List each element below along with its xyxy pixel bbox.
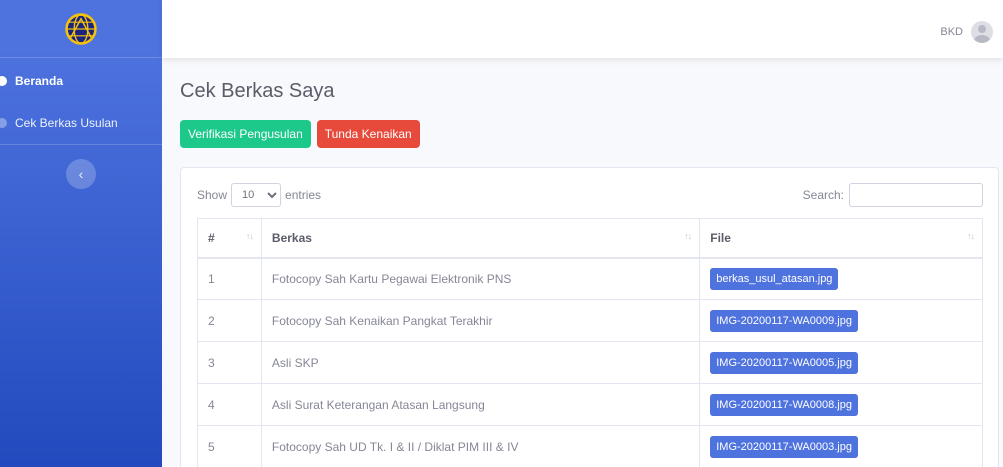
entries-select[interactable]: 10	[231, 183, 282, 207]
entries-length-control: Show 10 entries	[197, 183, 321, 207]
hold-button[interactable]: Tunda Kenaikan	[316, 120, 420, 148]
show-label: Show	[197, 188, 228, 202]
table-row: 4 Asli Surat Keterangan Atasan Langsung …	[197, 383, 983, 426]
table-row: 2 Fotocopy Sah Kenaikan Pangkat Terakhir…	[197, 299, 983, 342]
file-link-button[interactable]: IMG-20200117-WA0008.jpg	[710, 393, 858, 416]
globe-logo-icon	[65, 12, 97, 45]
row-number: 5	[197, 425, 262, 467]
search-label: Search:	[802, 188, 844, 202]
file-link-button[interactable]: berkas_usul_atasan.jpg	[710, 267, 839, 290]
dashboard-icon	[0, 76, 7, 86]
file-link-button[interactable]: IMG-20200117-WA0003.jpg	[710, 435, 858, 458]
chevron-left-icon: ‹	[78, 166, 84, 182]
row-berkas: Fotocopy Sah UD Tk. I & II / Diklat PIM …	[260, 425, 701, 467]
sort-icon: ↑↓	[684, 231, 692, 241]
sidebar: Beranda Cek Berkas Usulan ‹	[0, 0, 162, 467]
sidebar-item-beranda[interactable]: Beranda	[0, 60, 162, 102]
column-header-number[interactable]: # ↑↓	[197, 218, 262, 259]
brand-logo[interactable]	[0, 0, 162, 58]
file-link-button[interactable]: IMG-20200117-WA0005.jpg	[710, 351, 858, 374]
header-label: File	[710, 230, 731, 245]
verify-button[interactable]: Verifikasi Pengusulan	[180, 120, 311, 148]
row-berkas: Asli Surat Keterangan Atasan Langsung	[260, 383, 701, 426]
row-number: 3	[197, 341, 262, 384]
sort-icon: ↑↓	[967, 231, 975, 241]
table-row: 3 Asli SKP IMG-20200117-WA0005.jpg	[197, 341, 983, 384]
topbar: BKD	[162, 0, 1003, 58]
search-control: Search:	[803, 183, 983, 207]
avatar	[971, 21, 993, 43]
sidebar-item-label: Cek Berkas Usulan	[15, 116, 118, 130]
table-row: 5 Fotocopy Sah UD Tk. I & II / Diklat PI…	[197, 425, 983, 467]
table-header-row: # ↑↓ Berkas ↑↓ File ↑↓	[197, 218, 983, 259]
folder-icon	[0, 118, 7, 128]
header-label: Berkas	[271, 230, 312, 245]
table-row: 1 Fotocopy Sah Kartu Pegawai Elektronik …	[197, 257, 983, 300]
column-header-file[interactable]: File ↑↓	[699, 218, 983, 259]
header-label: #	[208, 230, 215, 245]
row-berkas: Fotocopy Sah Kenaikan Pangkat Terakhir	[260, 299, 701, 342]
sidebar-item-cek-berkas-usulan[interactable]: Cek Berkas Usulan	[0, 102, 162, 144]
search-input[interactable]	[849, 183, 983, 207]
column-header-berkas[interactable]: Berkas ↑↓	[260, 218, 701, 259]
entries-label: entries	[285, 188, 322, 202]
row-berkas: Asli SKP	[260, 341, 701, 384]
page-title: Cek Berkas Saya	[180, 80, 335, 102]
sidebar-item-label: Beranda	[15, 74, 64, 88]
row-berkas: Fotocopy Sah Kartu Pegawai Elektronik PN…	[260, 257, 701, 300]
data-card: Show 10 entries Search: # ↑↓ Berkas ↑↓ Fil…	[180, 167, 999, 467]
user-menu[interactable]: BKD	[940, 21, 993, 43]
row-number: 4	[197, 383, 262, 426]
row-number: 2	[197, 299, 262, 342]
files-table: # ↑↓ Berkas ↑↓ File ↑↓ 1 Fotocopy Sah Kartu…	[197, 218, 983, 467]
user-name: BKD	[940, 26, 963, 38]
row-number: 1	[197, 257, 262, 300]
file-link-button[interactable]: IMG-20200117-WA0009.jpg	[710, 309, 858, 332]
sort-icon: ↑↓	[245, 231, 254, 241]
sidebar-toggle-button[interactable]: ‹	[66, 159, 96, 189]
main-content: Cek Berkas Saya Verifikasi Pengusulan Tu…	[180, 58, 999, 467]
